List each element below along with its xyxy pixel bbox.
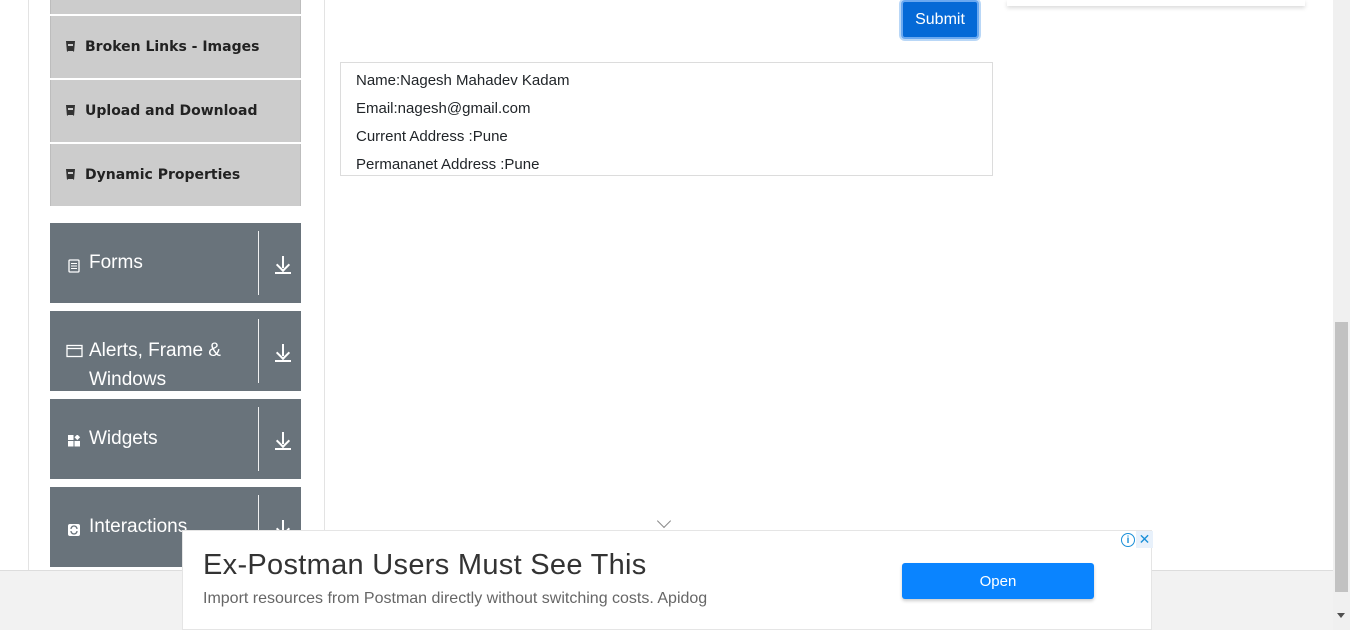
ad-banner[interactable]: Ex-Postman Users Must See This Import re… bbox=[182, 530, 1153, 630]
scrollbar-thumb[interactable] bbox=[1335, 322, 1348, 592]
sidebar-item-dynamic-properties[interactable]: Dynamic Properties bbox=[50, 144, 301, 206]
sidebar-border bbox=[28, 0, 29, 570]
output-box: Name:Nagesh Mahadev Kadam Email:nagesh@g… bbox=[340, 62, 993, 176]
output-permanent-address: Permananet Address :Pune bbox=[356, 156, 540, 173]
ad-description[interactable]: Import resources from Postman directly w… bbox=[203, 590, 707, 608]
sidebar-group-forms[interactable]: Forms bbox=[50, 223, 301, 303]
sidebar-sub-item-previous[interactable] bbox=[50, 0, 301, 14]
output-email: Email:nagesh@gmail.com bbox=[356, 100, 531, 117]
download-arrow-icon[interactable] bbox=[275, 256, 291, 274]
window-icon bbox=[66, 344, 83, 358]
page: Broken Links - Images Upload and Downloa… bbox=[0, 0, 1350, 630]
sidebar-item-label: Broken Links - Images bbox=[85, 39, 260, 55]
widgets-icon bbox=[68, 435, 81, 447]
ad-info-icon[interactable]: i bbox=[1121, 533, 1135, 547]
download-arrow-icon[interactable] bbox=[275, 344, 291, 362]
submit-button[interactable]: Submit bbox=[901, 0, 979, 39]
output-name: Name:Nagesh Mahadev Kadam bbox=[356, 72, 570, 89]
chevron-down-icon[interactable] bbox=[656, 513, 672, 529]
sidebar-item-label: Upload and Download bbox=[85, 103, 258, 119]
scroll-down-arrow-icon[interactable] bbox=[1337, 613, 1345, 618]
sidebar-group-label: Alerts, Frame & Windows bbox=[89, 340, 221, 390]
divider bbox=[258, 319, 259, 383]
html5-icon bbox=[65, 105, 77, 117]
ad-title[interactable]: Ex-Postman Users Must See This bbox=[203, 549, 647, 582]
sidebar-group-alerts-frame-windows[interactable]: Alerts, Frame & Windows bbox=[50, 311, 301, 391]
sidebar-item-label: Dynamic Properties bbox=[85, 167, 241, 183]
scrollbar[interactable] bbox=[1333, 0, 1350, 630]
sidebar-group-label: Forms bbox=[89, 252, 143, 273]
content-border bbox=[324, 0, 325, 530]
output-current-address: Current Address :Pune bbox=[356, 128, 508, 145]
interactions-icon bbox=[68, 524, 80, 536]
sidebar-group-label: Widgets bbox=[89, 428, 158, 449]
document-icon bbox=[68, 259, 80, 273]
html5-icon bbox=[65, 169, 77, 181]
download-arrow-icon[interactable] bbox=[275, 432, 291, 450]
html5-icon bbox=[65, 41, 77, 53]
ad-open-button[interactable]: Open bbox=[902, 563, 1094, 599]
right-panel-card bbox=[1007, 0, 1305, 6]
divider bbox=[258, 231, 259, 295]
sidebar-item-broken-links[interactable]: Broken Links - Images bbox=[50, 16, 301, 78]
ad-close-icon[interactable]: ✕ bbox=[1136, 531, 1153, 548]
divider bbox=[258, 407, 259, 471]
sidebar-group-widgets[interactable]: Widgets bbox=[50, 399, 301, 479]
sidebar-item-upload-download[interactable]: Upload and Download bbox=[50, 80, 301, 142]
